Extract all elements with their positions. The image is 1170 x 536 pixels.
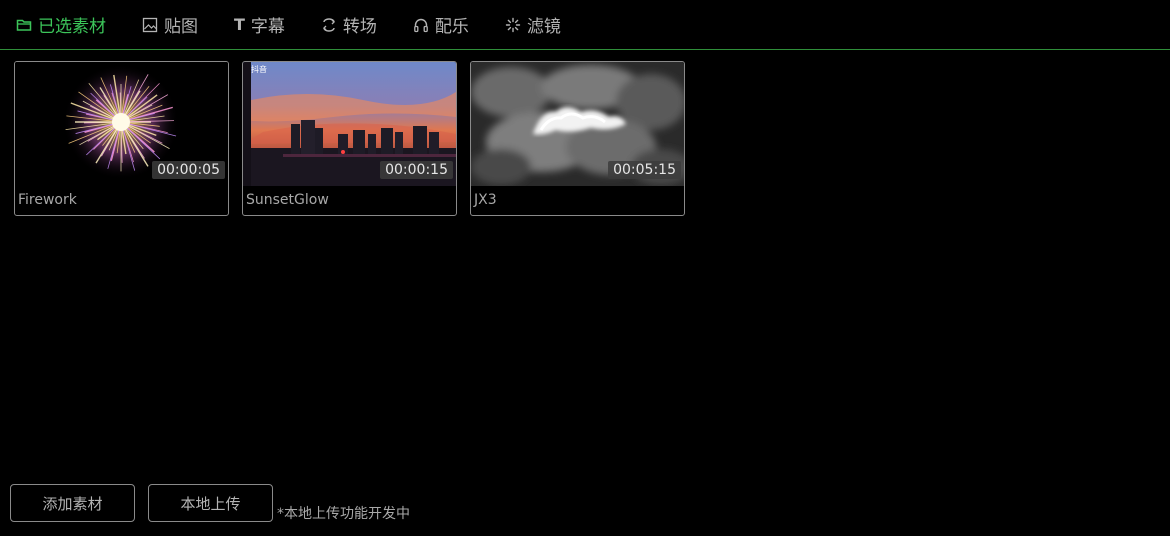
upload-note: *本地上传功能开发中 [277,506,410,522]
folder-icon [16,17,32,33]
tab-transitions[interactable]: 转场 [321,2,377,48]
transition-icon [321,17,337,33]
material-name: JX3 [474,192,497,208]
headphones-icon [413,17,429,33]
tab-label: 字幕 [250,17,285,37]
material-card-sunsetglow[interactable]: 抖音 00:00:15 SunsetGlow [242,61,457,216]
tab-bar: 已选素材 贴图 T 字幕 转场 配乐 滤镜 [0,0,1170,50]
material-name: Firework [18,192,77,208]
tab-label: 转场 [342,17,377,37]
text-t-icon: T [234,15,245,34]
tab-subtitles[interactable]: T 字幕 [234,2,285,48]
sparkle-icon [505,17,521,33]
material-card-jx3[interactable]: 00:05:15 JX3 [470,61,685,216]
tab-stickers[interactable]: 贴图 [142,2,198,48]
watermark-text: 抖音 [251,64,267,74]
tab-filters[interactable]: 滤镜 [505,2,561,48]
duration-badge: 00:00:15 [380,161,453,179]
add-material-button[interactable]: 添加素材 [10,484,135,522]
material-grid: 00:00:05 Firework 抖音 00:00:15 SunsetGlow… [14,61,698,216]
image-icon [142,17,158,33]
tab-label: 贴图 [164,17,198,37]
material-name: SunsetGlow [246,192,329,208]
tab-label: 滤镜 [526,17,561,37]
tab-label: 配乐 [434,17,469,37]
local-upload-button[interactable]: 本地上传 [148,484,273,522]
tab-music[interactable]: 配乐 [413,2,469,48]
tab-label: 已选素材 [38,17,106,37]
material-panel: 已选素材 贴图 T 字幕 转场 配乐 滤镜 00:00:05 Firework … [0,0,1170,536]
duration-badge: 00:05:15 [608,161,681,179]
tab-selected-materials[interactable]: 已选素材 [16,2,106,48]
material-card-firework[interactable]: 00:00:05 Firework [14,61,229,216]
duration-badge: 00:00:05 [152,161,225,179]
